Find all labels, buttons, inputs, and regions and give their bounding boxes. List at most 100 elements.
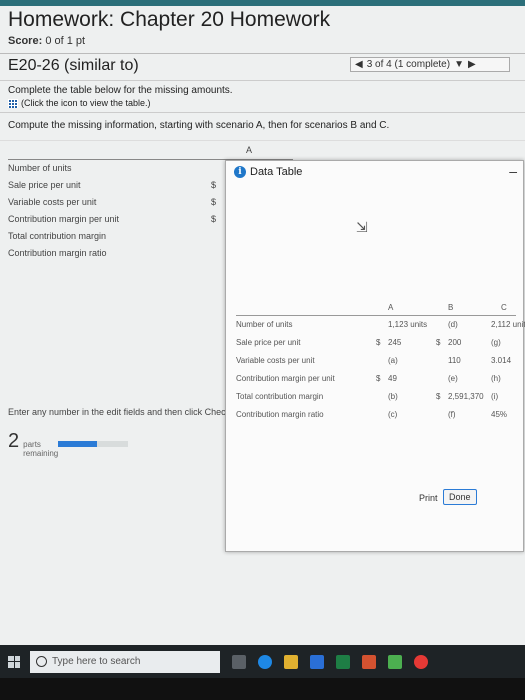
edge-icon[interactable]	[258, 654, 272, 669]
a-currency: $	[376, 338, 381, 347]
popup-title: Data Table	[250, 166, 303, 178]
popup-header: i Data Table	[234, 166, 302, 178]
question-nav-label: 3 of 4 (1 complete)	[366, 59, 451, 70]
c-value: (h)	[491, 374, 501, 383]
currency-symbol: $	[211, 214, 217, 224]
info-icon: i	[234, 166, 246, 178]
popup-col-c: C	[501, 303, 507, 312]
dropdown-icon[interactable]: ▼	[454, 59, 464, 70]
divider	[0, 112, 525, 113]
app-icon[interactable]	[388, 654, 402, 669]
word-icon[interactable]	[310, 654, 324, 669]
chrome-icon[interactable]	[414, 654, 428, 669]
popup-table-row: Sale price per unit $245 $200 (g)	[236, 334, 516, 352]
top-bar	[0, 0, 525, 6]
row-label: Sale price per unit	[8, 180, 81, 190]
search-placeholder: Type here to search	[52, 656, 141, 667]
popup-row-label: Sale price per unit	[236, 338, 301, 347]
score: Score: 0 of 1 pt	[8, 35, 85, 47]
score-value: 0 of 1 pt	[45, 35, 86, 47]
table-icon[interactable]	[8, 98, 18, 108]
popup-row-label: Variable costs per unit	[236, 356, 315, 365]
progress-fill	[58, 441, 97, 447]
divider	[0, 53, 525, 54]
row-label: Total contribution margin	[8, 231, 107, 241]
popup-col-a: A	[388, 303, 394, 312]
a-value: (a)	[388, 356, 398, 365]
row-label: Contribution margin per unit	[8, 214, 120, 224]
divider	[0, 140, 525, 141]
parts-label: parts	[23, 440, 41, 449]
c-value: 45%	[491, 410, 508, 419]
c-value: (g)	[491, 338, 501, 347]
data-table-popup: i Data Table – ⇲ A B C Number of units 1,…	[225, 160, 525, 552]
b-currency: $	[436, 338, 441, 347]
score-label: Score:	[8, 35, 43, 47]
row-label: Variable costs per unit	[8, 197, 97, 207]
currency-symbol: $	[211, 180, 217, 190]
b-value: 2,591,370	[448, 392, 484, 401]
row-label: Contribution margin ratio	[8, 248, 107, 258]
row-label: Number of units	[8, 163, 72, 173]
taskbar: Type here to search	[0, 645, 525, 678]
icon-link-text: (Click the icon to view the table.)	[21, 98, 151, 108]
b-currency: $	[436, 392, 441, 401]
popup-table: A B C Number of units 1,123 units (d) 2,112…	[236, 301, 525, 424]
compute-text: Compute the missing information, startin…	[8, 120, 390, 131]
parts-count: 2	[8, 430, 20, 452]
task-view-icon[interactable]	[232, 654, 246, 669]
popup-row-label: Contribution margin ratio	[236, 410, 324, 419]
windows-start-icon[interactable]	[8, 655, 20, 668]
b-value: (f)	[448, 410, 456, 419]
table-header: A	[8, 145, 293, 160]
parts-text: parts remaining	[23, 440, 58, 458]
column-a-header: A	[246, 145, 253, 155]
b-value: (e)	[448, 374, 458, 383]
print-button[interactable]: Print	[414, 491, 443, 505]
progress-bar	[58, 441, 128, 447]
popup-col-b: B	[448, 303, 454, 312]
popup-table-header: A B C	[236, 301, 516, 316]
minimize-icon[interactable]: –	[509, 163, 517, 179]
page-title: Homework: Chapter 20 Homework	[8, 8, 331, 31]
a-value: (b)	[388, 392, 398, 401]
taskbar-search[interactable]: Type here to search	[30, 650, 220, 673]
a-currency: $	[376, 374, 381, 383]
a-value: 245	[388, 338, 402, 347]
file-explorer-icon[interactable]	[284, 654, 298, 669]
cortana-icon	[36, 656, 47, 667]
popup-row-label: Number of units	[236, 320, 293, 329]
c-value: 2,112 units	[491, 320, 525, 329]
homework-screen: Homework: Chapter 20 Homework Score: 0 o…	[0, 0, 525, 645]
b-value: 110	[448, 356, 461, 365]
popup-table-row: Contribution margin ratio (c) (f) 45%	[236, 406, 516, 424]
data-table-link[interactable]: (Click the icon to view the table.)	[8, 98, 151, 108]
popup-table-row: Number of units 1,123 units (d) 2,112 units	[236, 316, 525, 334]
parts-sub: remaining	[23, 449, 59, 458]
prev-icon[interactable]: ◀	[355, 59, 363, 70]
popup-row-label: Contribution margin per unit	[236, 374, 335, 383]
a-value: (c)	[388, 410, 398, 419]
b-value: (d)	[448, 320, 458, 329]
parts-remaining: 2 parts remaining	[8, 430, 58, 458]
next-icon[interactable]: ▶	[468, 59, 476, 70]
popup-table-row: Total contribution margin (b) $2,591,370 (i…	[236, 388, 516, 406]
done-button[interactable]: Done	[443, 489, 477, 505]
b-value: 200	[448, 338, 462, 347]
popup-table-row: Contribution margin per unit $49 (e) (h)	[236, 370, 516, 388]
currency-symbol: $	[211, 197, 217, 207]
popup-row-label: Total contribution margin	[236, 392, 324, 401]
powerpoint-icon[interactable]	[362, 654, 376, 669]
excel-icon[interactable]	[336, 654, 350, 669]
question-title: E20-26 (similar to)	[8, 57, 139, 74]
c-value: (i)	[491, 392, 499, 401]
question-nav[interactable]: ◀ 3 of 4 (1 complete) ▼ ▶	[350, 57, 510, 72]
bezel	[0, 678, 525, 700]
a-value: 49	[388, 374, 397, 383]
mouse-cursor-icon: ⇲	[356, 219, 368, 235]
instructions: Complete the table below for the missing…	[8, 85, 233, 96]
popup-table-row: Variable costs per unit (a) 110 3.014	[236, 352, 516, 370]
a-value: 1,123 units	[388, 320, 428, 329]
divider	[0, 80, 525, 81]
c-value: 3.014	[491, 356, 512, 365]
